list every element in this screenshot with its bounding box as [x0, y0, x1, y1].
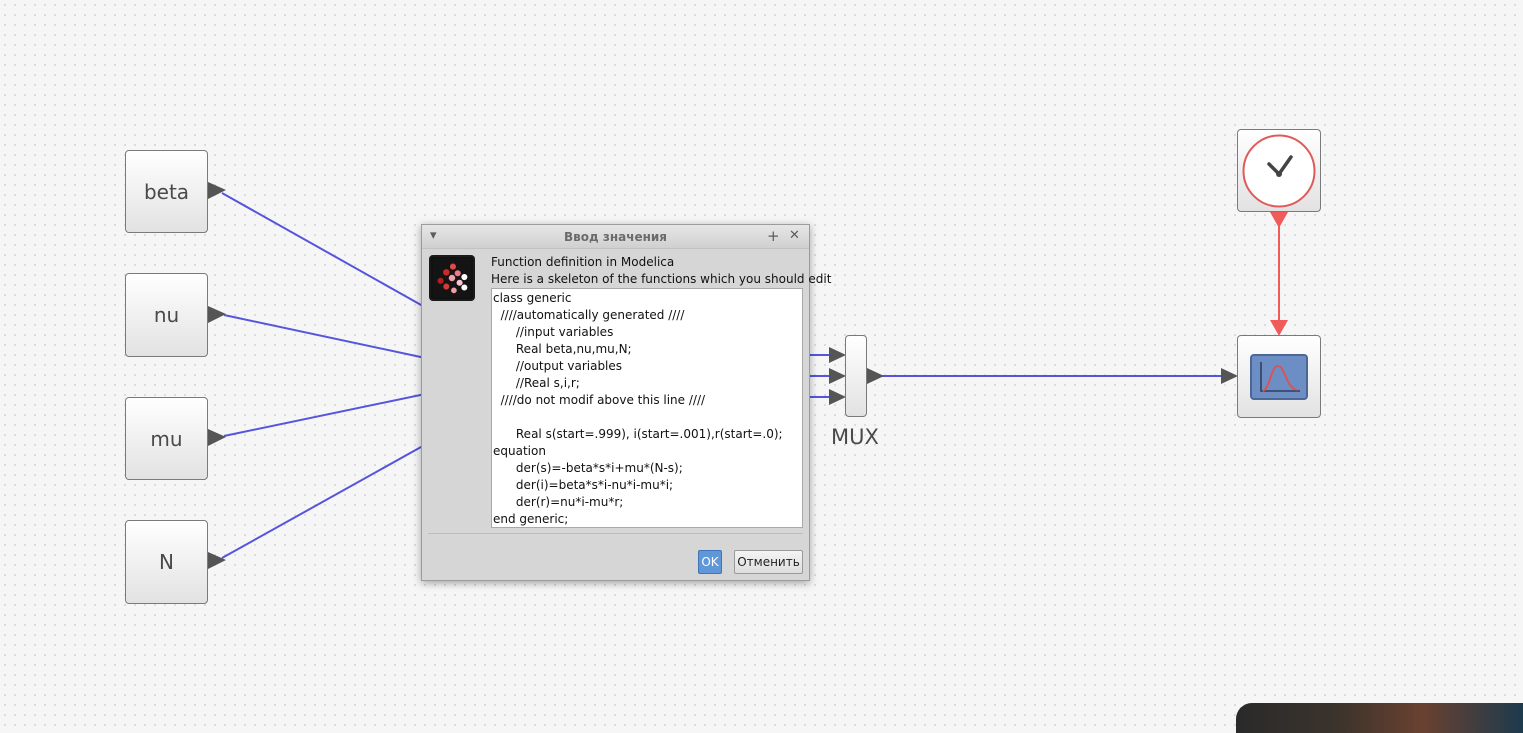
block-mux[interactable]	[845, 335, 867, 417]
mux-input-port-2[interactable]	[829, 368, 846, 384]
mux-input-port-3[interactable]	[829, 389, 846, 405]
block-label: beta	[143, 179, 190, 204]
clock-event-output-port[interactable]	[1270, 212, 1288, 228]
block-clock[interactable]	[1237, 129, 1321, 212]
ok-button[interactable]: OK	[698, 550, 722, 574]
scope-icon	[1250, 353, 1308, 400]
block-label: nu	[153, 303, 180, 327]
clock-icon	[1242, 134, 1316, 207]
block-N[interactable]: N	[125, 520, 208, 604]
pin-icon[interactable]: +	[767, 228, 780, 244]
cancel-button[interactable]: Отменить	[734, 550, 803, 574]
scilab-logo-icon	[429, 255, 475, 301]
output-port-beta[interactable]	[208, 182, 226, 199]
mux-label: MUX	[831, 425, 879, 449]
block-beta[interactable]: beta	[125, 150, 208, 233]
output-port-nu[interactable]	[208, 306, 226, 323]
block-scope[interactable]	[1237, 335, 1321, 418]
output-port-mu[interactable]	[208, 429, 226, 446]
block-label: N	[159, 550, 174, 574]
block-nu[interactable]: nu	[125, 273, 208, 357]
mux-output-port[interactable]	[867, 368, 884, 384]
link-beta[interactable]	[221, 192, 431, 311]
dialog-heading: Function definition in Modelica	[491, 255, 675, 269]
scope-event-input-port[interactable]	[1270, 320, 1288, 336]
link-nu[interactable]	[223, 314, 431, 360]
dialog-separator	[428, 533, 803, 534]
mux-input-port-1[interactable]	[829, 347, 846, 363]
link-N[interactable]	[221, 441, 431, 559]
dialog-titlebar[interactable]: ▾ Ввод значения + ✕	[422, 225, 809, 249]
scope-input-port[interactable]	[1221, 368, 1238, 384]
block-mu[interactable]: mu	[125, 397, 208, 480]
block-label: mu	[150, 426, 183, 451]
dialog-title: Ввод значения	[564, 230, 667, 244]
value-input-dialog[interactable]: ▾ Ввод значения + ✕ Function definition …	[421, 224, 831, 581]
link-mu[interactable]	[223, 392, 431, 437]
close-icon[interactable]: ✕	[789, 228, 800, 244]
code-editor[interactable]: class generic ////automatically generate…	[491, 288, 803, 528]
desktop-thumbnail[interactable]	[1236, 703, 1523, 733]
dialog-subheading: Here is a skeleton of the functions whic…	[491, 272, 832, 286]
output-port-N[interactable]	[208, 552, 226, 569]
